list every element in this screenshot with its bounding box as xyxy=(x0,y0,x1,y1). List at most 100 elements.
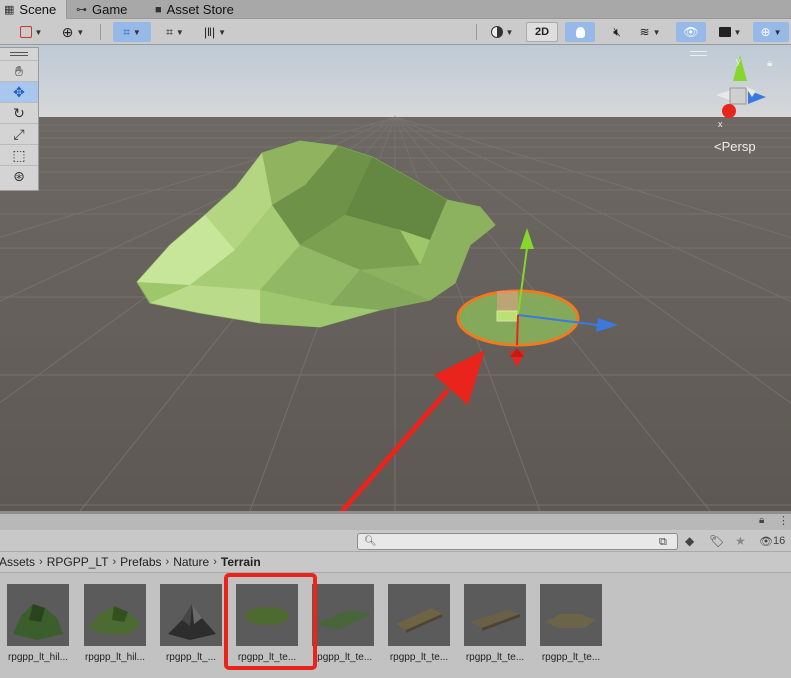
asset-item[interactable]: rpgpp_lt_te... xyxy=(463,584,527,674)
shapes-icon: ◆ xyxy=(685,534,695,548)
rect-transform-icon: ⬚ xyxy=(12,146,26,163)
chevron-down-icon: ▼ xyxy=(76,27,85,37)
lighting-toggle-button[interactable] xyxy=(565,22,595,42)
project-toolbar: 🔍︎ ⧉ ◆ 🏷︎ ★ 👁︎ 16 xyxy=(0,530,791,552)
tab-label: Game xyxy=(92,2,128,17)
gizmo-globe-icon: ⊕ xyxy=(760,25,771,39)
hidden-packages-toggle[interactable]: 👁︎ 16 xyxy=(759,532,785,550)
gizmo-x-cone[interactable] xyxy=(722,104,736,118)
store-bag-icon: ■ xyxy=(155,3,162,16)
asset-item[interactable]: rpgpp_lt_hil... xyxy=(83,584,147,674)
lock-icon[interactable]: 🔒︎ xyxy=(767,58,772,69)
tab-label: Scene xyxy=(19,2,57,17)
shading-sphere-icon xyxy=(490,26,503,38)
gizmos-button[interactable]: ⊕ ▼ xyxy=(753,22,789,42)
favorites-button[interactable]: ★ xyxy=(735,532,746,550)
asset-item[interactable]: rpgpp_lt_te... xyxy=(387,584,451,674)
increment-snap-button[interactable]: ⌗ ▼ xyxy=(158,22,192,42)
transform-tool-button[interactable]: ⊛ xyxy=(0,165,38,186)
asset-label: rpgpp_lt_te... xyxy=(313,652,373,663)
hidden-count: 16 xyxy=(772,535,786,547)
shading-mode-button[interactable]: ▼ xyxy=(485,22,519,42)
asset-item[interactable]: rpgpp_lt_te... xyxy=(539,584,603,674)
projection-toggle[interactable]: <Persp xyxy=(714,139,756,154)
breadcrumb: Assets › RPGPP_LT › Prefabs › Nature › Terra… xyxy=(0,552,791,573)
effects-layers-icon: ≋ xyxy=(639,25,650,39)
chevron-left-icon: < xyxy=(714,139,722,154)
tool-palette: ✋︎ ✥ ↻ ⤢ ⬚ ⊛ xyxy=(0,47,39,191)
scale-tool-button[interactable]: ⤢ xyxy=(0,123,38,144)
asset-thumbnail xyxy=(160,584,222,646)
move-tool-button[interactable]: ✥ xyxy=(0,81,38,102)
audio-toggle-button[interactable]: 🔇︎ xyxy=(602,22,632,42)
breadcrumb-item[interactable]: Nature xyxy=(173,555,209,569)
breadcrumb-item[interactable]: RPGPP_LT xyxy=(47,555,109,569)
asset-item[interactable]: rpgpp_lt_te... xyxy=(311,584,375,674)
view-tool-button[interactable]: ✋︎ xyxy=(0,60,38,81)
draw-mode-button[interactable]: ▼ xyxy=(14,22,48,42)
tab-asset-store[interactable]: ■ Asset Store xyxy=(155,0,255,19)
breadcrumb-current[interactable]: Terrain xyxy=(221,555,261,569)
asset-label: rpgpp_lt_hil... xyxy=(7,652,69,663)
transform-icon: ⊛ xyxy=(13,167,25,184)
plane-handle-xy[interactable] xyxy=(497,291,518,312)
grid-snap-icon: ⌗ xyxy=(123,24,130,39)
search-by-type-button[interactable]: ⧉ xyxy=(659,533,667,551)
asset-label: rpgpp_lt_te... xyxy=(389,652,449,663)
camera-settings-button[interactable]: ▼ xyxy=(711,22,749,42)
chevron-down-icon: ▼ xyxy=(218,27,227,37)
effects-button[interactable]: ≋ ▼ xyxy=(632,22,668,42)
grid-snap-button[interactable]: ⌗ ▼ xyxy=(113,22,151,42)
chevron-down-icon: ▼ xyxy=(773,27,782,37)
more-options-icon[interactable]: ⋮ xyxy=(778,514,789,527)
scale-icon: ⤢ xyxy=(13,125,25,142)
breadcrumb-item[interactable]: Prefabs xyxy=(120,555,161,569)
gizmo-x-label: x xyxy=(718,119,723,129)
increment-snap-icon: ⌗ xyxy=(166,24,173,39)
chevron-down-icon: ▼ xyxy=(175,27,184,37)
asset-thumbnail xyxy=(84,584,146,646)
scene-toolbar: ▼ ⊕ ▼ ⌗ ▼ ⌗ ▼ |‖| ▼ ▼ 2D 🔇︎ ≋ ▼ 👁︎ ▼ ⊕ ▼ xyxy=(0,19,791,45)
ruler-snap-button[interactable]: |‖| ▼ xyxy=(198,22,232,42)
globe-icon: ⊕ xyxy=(61,23,74,40)
camera-icon xyxy=(718,27,731,37)
mode-2d-button[interactable]: 2D xyxy=(526,22,558,42)
window-tab-bar: ▦ Scene ⊶ Game ■ Asset Store xyxy=(0,0,791,19)
asset-grid: rpgpp_lt_hil... rpgpp_lt_hil... rpgpp_lt… xyxy=(0,573,791,678)
search-input[interactable] xyxy=(380,535,661,548)
sky xyxy=(0,45,791,125)
chevron-down-icon: ▼ xyxy=(505,27,514,37)
gizmo-y-label: y xyxy=(736,56,741,66)
overlay-menu-icon[interactable] xyxy=(690,51,707,56)
hand-icon: ✋︎ xyxy=(15,62,23,79)
tag-icon: 🏷︎ xyxy=(709,534,725,548)
grid-icon: ▦ xyxy=(4,4,15,16)
scene-visibility-button[interactable]: 👁︎ xyxy=(676,22,706,42)
asset-label: rpgpp_lt_te... xyxy=(237,652,297,663)
draw-mode-icon xyxy=(19,26,32,38)
asset-item[interactable]: rpgpp_lt_hil... xyxy=(6,584,70,674)
scene-viewport[interactable]: y x xyxy=(0,45,791,511)
palette-grip-handle[interactable] xyxy=(0,48,38,60)
rotate-icon: ↻ xyxy=(13,104,25,121)
tab-game[interactable]: ⊶ Game xyxy=(76,0,146,19)
chevron-down-icon: ▼ xyxy=(733,27,742,37)
lightbulb-icon xyxy=(575,26,585,38)
breadcrumb-item[interactable]: Assets xyxy=(0,555,35,569)
asset-item-selected[interactable]: rpgpp_lt_te... xyxy=(235,584,299,674)
search-field[interactable]: 🔍︎ xyxy=(357,533,678,550)
asset-label: rpgpp_lt_te... xyxy=(541,652,601,663)
filter-label-button[interactable]: 🏷︎ xyxy=(709,532,724,550)
lock-icon[interactable]: 🔒︎ xyxy=(759,515,764,526)
filter-shapes-button[interactable]: ◆ xyxy=(685,532,694,550)
asset-item[interactable]: rpgpp_lt_... xyxy=(159,584,223,674)
asset-label: rpgpp_lt_... xyxy=(165,652,217,663)
ruler-icon: |‖| xyxy=(203,25,216,39)
tab-scene[interactable]: ▦ Scene xyxy=(0,0,67,19)
rotate-tool-button[interactable]: ↻ xyxy=(0,102,38,123)
scene-canvas: y x xyxy=(0,45,791,511)
plane-handle-xz[interactable] xyxy=(496,310,518,322)
chevron-down-icon: ▼ xyxy=(652,27,661,37)
rect-tool-button[interactable]: ⬚ xyxy=(0,144,38,165)
global-toggle-button[interactable]: ⊕ ▼ xyxy=(56,22,90,42)
